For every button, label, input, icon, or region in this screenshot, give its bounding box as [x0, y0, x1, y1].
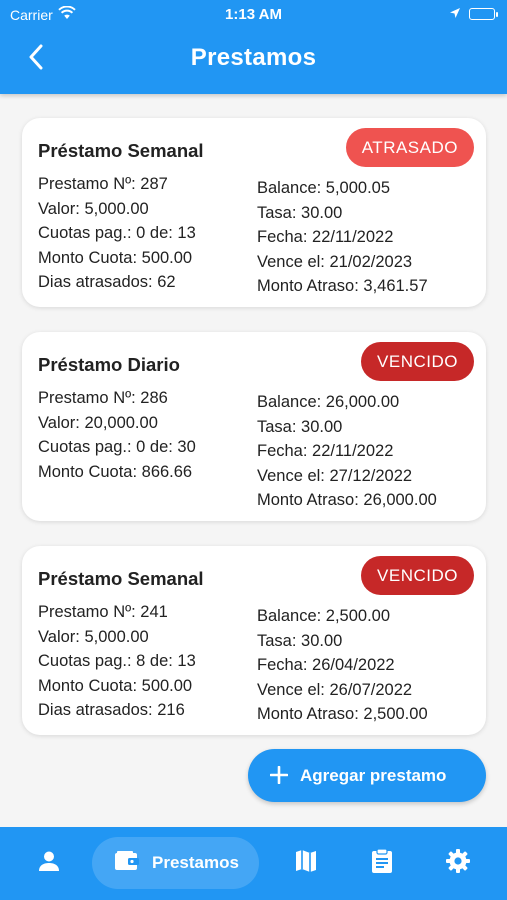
status-right	[449, 6, 498, 22]
status-badge: ATRASADO	[345, 128, 474, 167]
loan-title: Préstamo Diario	[38, 354, 180, 375]
loan-card[interactable]: Préstamo Diario VENCIDO Prestamo Nº: 286…	[22, 332, 486, 521]
map-icon	[295, 849, 317, 878]
loan-rate: Tasa: 30.00	[257, 417, 343, 436]
loan-balance: Balance: 2,500.00	[257, 607, 391, 625]
days-late: Dias atrasados: 216	[38, 701, 185, 719]
location-arrow-icon	[449, 6, 461, 22]
person-icon	[38, 850, 60, 877]
loan-details-right: Balance: 2,500.00 Tasa: 30.00 Fecha: 26/…	[257, 604, 428, 727]
loan-details-right: Balance: 5,000.05 Tasa: 30.00 Fecha: 22/…	[257, 176, 428, 299]
loan-title: Préstamo Semanal	[38, 568, 204, 589]
loan-number: Prestamo Nº: 286	[38, 389, 168, 407]
loan-details-left: Prestamo Nº: 287 Valor: 5,000.00 Cuotas …	[38, 172, 196, 295]
loan-rate: Tasa: 30.00	[257, 203, 343, 222]
installments-paid: Cuotas pag.: 0 de: 30	[38, 438, 196, 456]
loan-rate: Tasa: 30.00	[257, 631, 343, 650]
status-bar: Carrier 1:13 AM	[0, 0, 507, 28]
loan-date: Fecha: 26/04/2022	[257, 656, 395, 674]
nav-settings[interactable]	[439, 837, 477, 889]
nav-clipboard[interactable]	[363, 837, 401, 889]
loan-due-date: Vence el: 26/07/2022	[257, 680, 413, 699]
loan-date: Fecha: 22/11/2022	[257, 442, 394, 460]
installment-amount: Monto Cuota: 500.00	[38, 676, 193, 695]
add-loan-label: Agregar prestamo	[300, 765, 447, 785]
loan-card[interactable]: Préstamo Semanal ATRASADO Prestamo Nº: 2…	[22, 118, 486, 307]
loan-card[interactable]: Préstamo Semanal VENCIDO Prestamo Nº: 24…	[22, 546, 486, 735]
loan-details-right: Balance: 26,000.00 Tasa: 30.00 Fecha: 22…	[257, 390, 437, 513]
installment-amount: Monto Cuota: 500.00	[38, 248, 193, 267]
loan-due-date: Vence el: 21/02/2023	[257, 252, 413, 271]
installments-paid: Cuotas pag.: 8 de: 13	[38, 652, 196, 670]
status-badge: VENCIDO	[361, 556, 474, 595]
clock: 1:13 AM	[225, 6, 282, 23]
app-bar: Carrier 1:13 AM Prestamos	[0, 0, 507, 94]
loan-date: Fecha: 22/11/2022	[257, 228, 394, 246]
overdue-amount: Monto Atraso: 2,500.00	[257, 705, 428, 723]
gear-icon	[445, 848, 471, 879]
loan-details-left: Prestamo Nº: 241 Valor: 5,000.00 Cuotas …	[38, 600, 196, 723]
loan-due-date: Vence el: 27/12/2022	[257, 466, 413, 485]
loan-balance: Balance: 5,000.05	[257, 179, 391, 197]
loan-value: Valor: 5,000.00	[38, 199, 149, 218]
loan-value: Valor: 20,000.00	[38, 413, 158, 432]
days-late: Dias atrasados: 62	[38, 273, 176, 291]
installments-paid: Cuotas pag.: 0 de: 13	[38, 224, 196, 242]
status-badge: VENCIDO	[361, 342, 474, 381]
loan-title: Préstamo Semanal	[38, 140, 204, 161]
wallet-icon	[114, 850, 140, 877]
installment-amount: Monto Cuota: 866.66	[38, 462, 193, 481]
plus-icon	[269, 762, 289, 788]
loan-value: Valor: 5,000.00	[38, 627, 149, 646]
nav-profile[interactable]	[30, 837, 68, 889]
loan-number: Prestamo Nº: 241	[38, 603, 168, 621]
loan-balance: Balance: 26,000.00	[257, 393, 400, 411]
nav-prestamos[interactable]: Prestamos	[92, 837, 259, 889]
nav-map[interactable]	[287, 837, 325, 889]
bottom-nav: Prestamos	[0, 827, 507, 900]
nav-prestamos-label: Prestamos	[152, 853, 239, 872]
battery-icon	[469, 8, 498, 20]
add-loan-button[interactable]: Agregar prestamo	[248, 749, 486, 802]
page-title: Prestamos	[190, 44, 317, 71]
loan-number: Prestamo Nº: 287	[38, 175, 168, 193]
overdue-amount: Monto Atraso: 3,461.57	[257, 277, 428, 295]
clipboard-icon	[371, 847, 393, 879]
loan-details-left: Prestamo Nº: 286 Valor: 20,000.00 Cuotas…	[38, 386, 196, 484]
overdue-amount: Monto Atraso: 26,000.00	[257, 491, 437, 509]
